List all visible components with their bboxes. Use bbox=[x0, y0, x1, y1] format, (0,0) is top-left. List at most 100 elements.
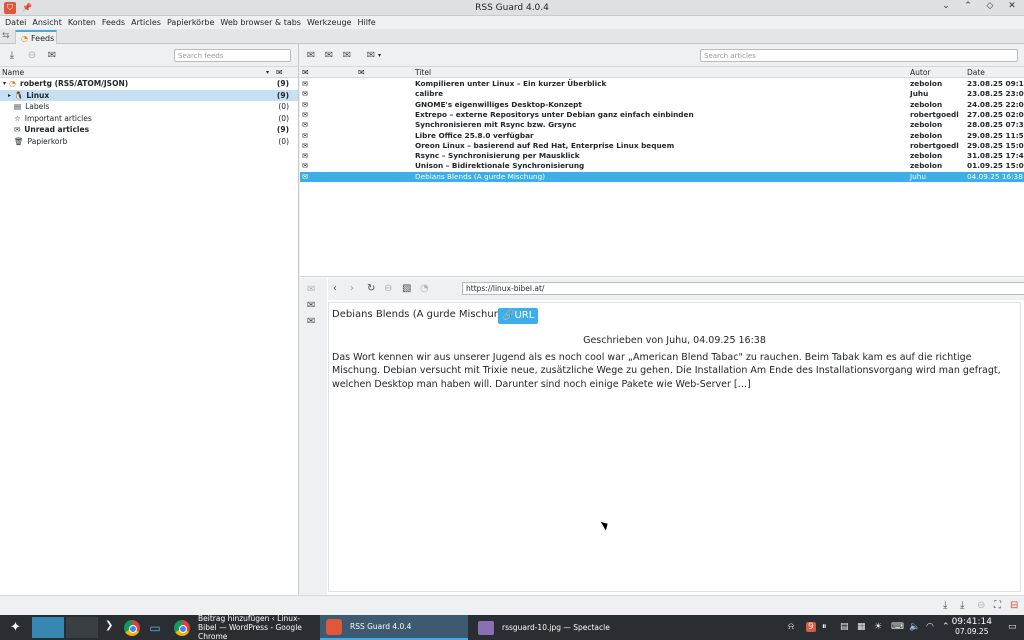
mark-read-icon[interactable]: ✉ bbox=[307, 284, 315, 295]
tree-label: robertg (RSS/ATOM/JSON) bbox=[20, 79, 129, 89]
search-feeds-input[interactable]: Search feeds bbox=[174, 49, 291, 62]
column-date[interactable]: Date bbox=[967, 68, 985, 77]
pin-icon[interactable]: 📌 bbox=[22, 3, 32, 12]
menu-hilfe[interactable]: Hilfe bbox=[354, 18, 378, 27]
clipboard-icon[interactable]: ⍾ bbox=[788, 622, 794, 632]
show-desktop-icon[interactable]: ▭ bbox=[1008, 622, 1017, 632]
menu-articles[interactable]: Articles bbox=[128, 18, 164, 27]
close-button[interactable]: ✕ bbox=[1006, 1, 1018, 11]
url-input[interactable]: https://linux-bibel.at/ ⌫ bbox=[462, 282, 1024, 295]
tree-unread[interactable]: ✉ Unread articles (9) bbox=[0, 124, 298, 136]
chrome-launcher[interactable] bbox=[122, 615, 142, 640]
fullscreen-icon[interactable]: ⛶ bbox=[994, 600, 1001, 611]
search-articles-input[interactable]: Search articles bbox=[700, 49, 1018, 62]
volume-icon[interactable]: 🔈 bbox=[909, 622, 920, 632]
article-date: 23.08.25 09:11 bbox=[967, 79, 1024, 88]
rssguard-app-icon[interactable]: ⛉ bbox=[4, 1, 16, 14]
tab-nav-icon[interactable]: ⇆ bbox=[2, 31, 10, 41]
back-icon[interactable]: ‹ bbox=[333, 283, 337, 294]
brightness-icon[interactable]: ☀ bbox=[874, 622, 882, 632]
expand-icon[interactable]: ▸ bbox=[8, 92, 11, 99]
stop-icon[interactable]: ⊖ bbox=[384, 283, 392, 294]
collapse-icon[interactable]: ▾ bbox=[3, 80, 6, 87]
column-important-icon[interactable]: ✉ bbox=[358, 68, 365, 77]
sort-down-icon[interactable]: ▾ bbox=[266, 69, 269, 76]
pause-icon[interactable]: ⏸ bbox=[822, 622, 827, 632]
download-icon[interactable]: ⤓ bbox=[943, 600, 947, 611]
menu-ansicht[interactable]: Ansicht bbox=[29, 18, 65, 27]
forward-icon[interactable]: › bbox=[350, 283, 354, 294]
reload-icon[interactable]: ↻ bbox=[367, 283, 375, 294]
task-chrome[interactable]: Beitrag hinzufügen ‹ Linux-Bibel — WordP… bbox=[170, 614, 316, 640]
mark-read-icon[interactable]: ✉ bbox=[46, 50, 58, 61]
menu-konten[interactable]: Konten bbox=[65, 18, 99, 27]
splitter[interactable] bbox=[300, 276, 1024, 277]
article-date: 23.08.25 23:01 bbox=[967, 89, 1024, 99]
tree-account[interactable]: ▾ ◔ robertg (RSS/ATOM/JSON) (9) bbox=[0, 78, 298, 90]
task-spectacle[interactable]: rssguard-10.jpg — Spectacle bbox=[470, 615, 620, 640]
filter-icon[interactable]: ✉ bbox=[365, 50, 377, 61]
display-icon[interactable]: ▦ bbox=[857, 622, 866, 632]
tray-expand-icon[interactable]: ⌃ bbox=[942, 622, 950, 632]
readability-icon[interactable]: ▧ bbox=[402, 283, 411, 294]
mark-read-icon[interactable]: ✉ bbox=[305, 50, 317, 61]
tree-linux[interactable]: ▸ 🐧 Linux (9) bbox=[0, 89, 298, 101]
article-row[interactable]: ✉ Unison – Bidirektionale Synchronisieru… bbox=[300, 161, 1024, 171]
article-row[interactable]: ✉ Kompilieren unter Linux – Ein kurzer Ü… bbox=[300, 79, 1024, 89]
tree-labels[interactable]: ▤ Labels (0) bbox=[0, 101, 298, 113]
article-row[interactable]: ✉ Synchronisieren mit Rsync bzw. Grsync … bbox=[300, 120, 1024, 130]
maximize-button[interactable]: ⌃ bbox=[962, 1, 974, 11]
url-link-button[interactable]: 🔗URL bbox=[498, 308, 539, 324]
article-row[interactable]: ✉ Extrepo – externe Repositorys unter De… bbox=[300, 110, 1024, 120]
storage-icon[interactable]: ▤ bbox=[840, 622, 849, 632]
terminal-icon[interactable]: ❯ bbox=[105, 620, 113, 631]
column-author[interactable]: Autor bbox=[910, 68, 931, 77]
network-icon[interactable]: ◠ bbox=[926, 622, 934, 632]
mark-unread-icon[interactable]: ✉ bbox=[307, 300, 315, 311]
column-unread-icon[interactable]: ✉ bbox=[276, 68, 283, 77]
clock[interactable]: 09:41:14 07.09.25 bbox=[952, 617, 992, 637]
article-row[interactable]: ✉ Libre Office 25.8.0 verfügbar zebolon … bbox=[300, 131, 1024, 141]
article-date: 31.08.25 17:49 bbox=[967, 151, 1024, 161]
article-row-selected[interactable]: ✉ Debians Blends (A gurde Mischung) Juhu… bbox=[300, 171, 1024, 182]
quit-icon[interactable]: ⊟ bbox=[1010, 600, 1018, 611]
taskbar: ✦ ❯ ▭ Beitrag hinzufügen ‹ Linux-Bibel —… bbox=[0, 614, 1024, 640]
article-date: 29.08.25 15:04 bbox=[967, 140, 1024, 150]
tree-count: (0) bbox=[278, 136, 289, 146]
rssguard-tray-icon[interactable]: 9 bbox=[806, 622, 816, 632]
article-row[interactable]: ✉ GNOME's eigenwilliges Desktop-Konzept … bbox=[300, 100, 1024, 110]
rss-icon[interactable]: ◔ bbox=[420, 283, 429, 294]
chrome-icon bbox=[124, 619, 140, 636]
task-rssguard[interactable]: RSS Guard 4.0.4 bbox=[320, 615, 468, 640]
keyboard-icon[interactable]: ⌨ bbox=[891, 622, 904, 632]
column-read-icon[interactable]: ✉ bbox=[302, 68, 309, 77]
minimize-button[interactable]: ⌄ bbox=[940, 1, 952, 11]
desktop-2[interactable] bbox=[66, 617, 98, 638]
mark-all-icon[interactable]: ✉ bbox=[341, 50, 353, 61]
article-row[interactable]: ✉ Rsync – Synchronisierung per Mausklick… bbox=[300, 151, 1024, 161]
article-row[interactable]: ✉ Oreon Linux – basierend auf Red Hat, E… bbox=[300, 141, 1024, 151]
download-all-icon[interactable]: ⤓ bbox=[960, 600, 964, 611]
article-row[interactable]: ✉ calibre Juhu 23.08.25 23:01 bbox=[300, 89, 1024, 99]
app-launcher-icon[interactable]: ✦ bbox=[10, 620, 21, 635]
filter-dropdown-icon[interactable]: ▾ bbox=[378, 52, 381, 59]
desktop-1[interactable] bbox=[32, 617, 64, 638]
keep-above-button[interactable]: ◇ bbox=[984, 1, 996, 11]
menu-feeds[interactable]: Feeds bbox=[99, 18, 128, 27]
mark-unread-icon[interactable]: ✉ bbox=[323, 50, 335, 61]
menu-papierkoerbe[interactable]: Papierkörbe bbox=[164, 18, 217, 27]
menu-werkzeuge[interactable]: Werkzeuge bbox=[304, 18, 354, 27]
important-icon[interactable]: ✉ bbox=[307, 316, 315, 327]
menu-datei[interactable]: Datei bbox=[2, 18, 29, 27]
column-title[interactable]: Titel bbox=[415, 68, 431, 77]
unread-icon: ✉ bbox=[302, 140, 309, 150]
stop-icon[interactable]: ⊖ bbox=[26, 50, 38, 61]
tree-important[interactable]: ☆ Important articles (0) bbox=[0, 113, 298, 125]
menu-web-browser-tabs[interactable]: Web browser & tabs bbox=[217, 18, 304, 27]
tab-feeds[interactable]: ◔ Feeds bbox=[15, 30, 57, 45]
stop-icon[interactable]: ⊖ bbox=[977, 600, 985, 611]
tree-trash[interactable]: 🗑 Papierkorb (0) bbox=[0, 136, 298, 148]
download-icon[interactable]: ⤓ bbox=[6, 50, 18, 61]
column-name[interactable]: Name bbox=[2, 68, 24, 77]
filemanager-launcher[interactable]: ▭ bbox=[145, 615, 165, 640]
